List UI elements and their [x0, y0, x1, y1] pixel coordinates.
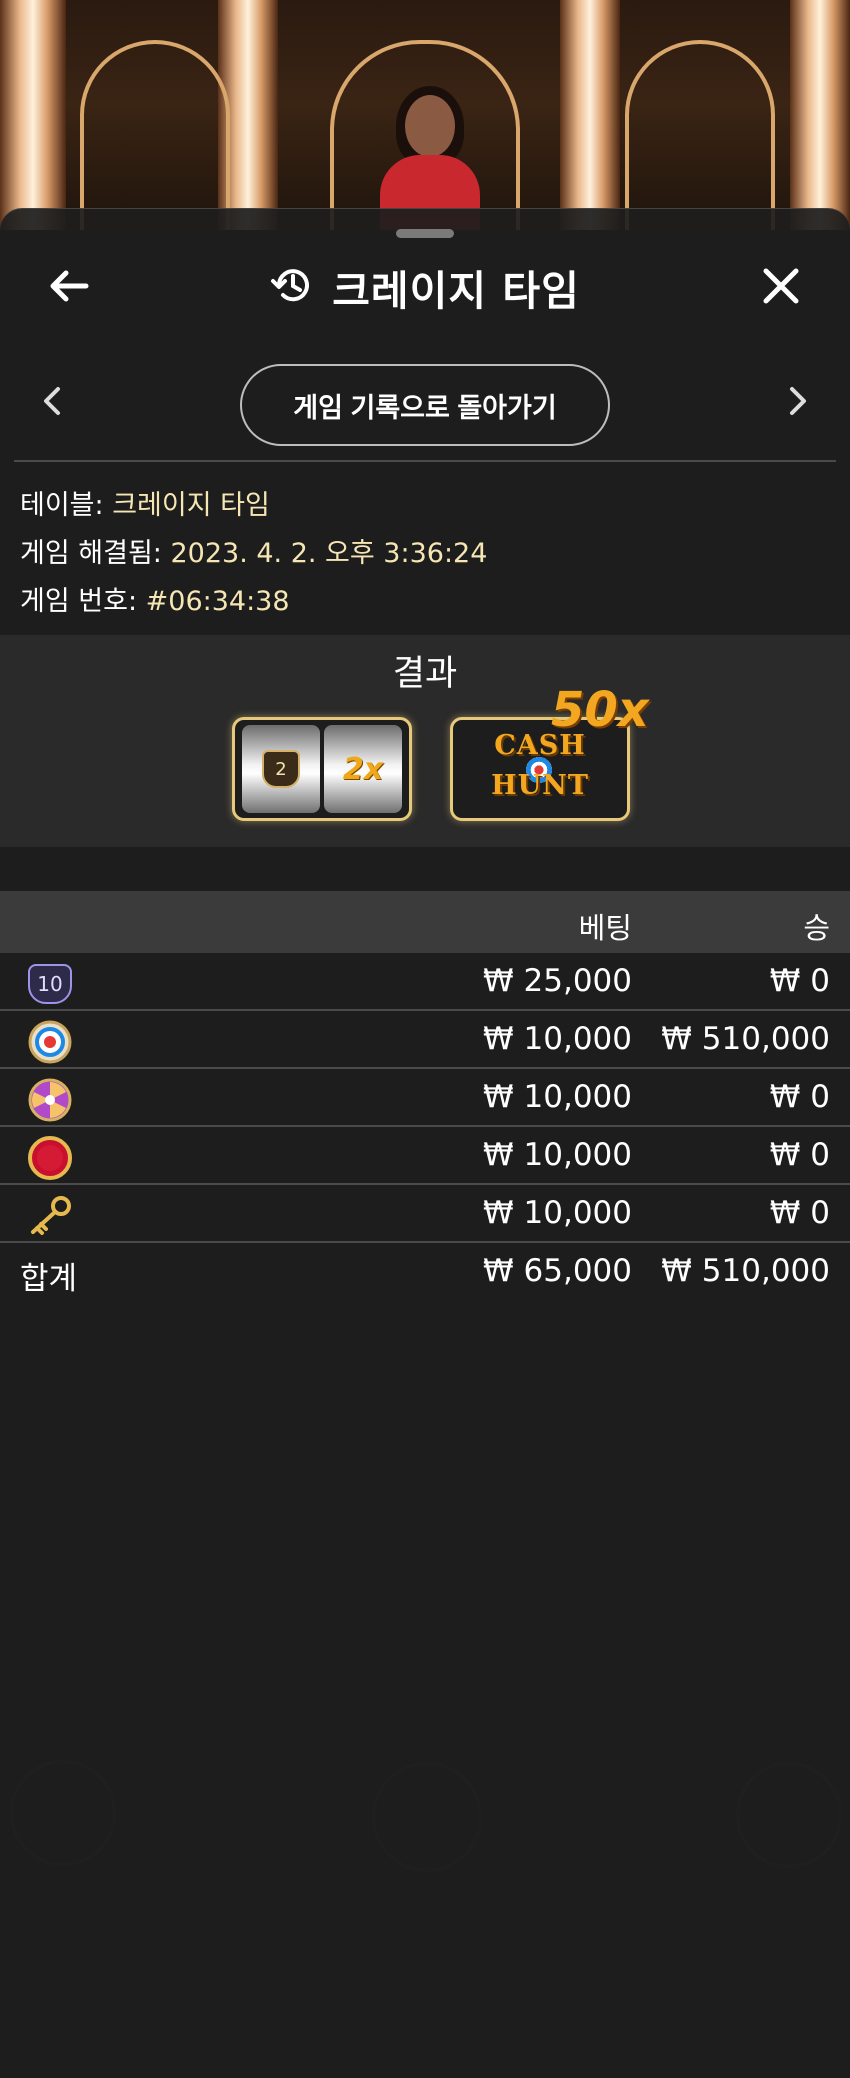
result-title: 결과 [392, 654, 458, 694]
info-table: 테이블: 크레이지 타임 [20, 483, 270, 522]
info-resolved-label: 게임 해결됨: [20, 538, 162, 569]
presenter-face [405, 95, 455, 157]
number-10-icon: 10 [26, 963, 74, 1005]
drag-handle[interactable] [396, 229, 454, 238]
info-game-number-label: 게임 번호: [20, 586, 138, 617]
studio-arch [80, 40, 230, 230]
row-bet: ₩ 25,000 [483, 963, 632, 999]
table-row: ₩ 10,000 ₩ 0 [0, 1187, 850, 1243]
table-row: ₩ 10,000 ₩ 0 [0, 1071, 850, 1127]
top-slot-result: 2 2x [232, 717, 412, 821]
row-win: ₩ 0 [769, 963, 830, 999]
studio-pillar [560, 0, 620, 230]
slot-reel-segment: 2 [242, 725, 320, 813]
chevron-left-icon[interactable] [38, 381, 68, 421]
row-bet: ₩ 10,000 [483, 1021, 632, 1057]
game-history-sheet: 크레이지 타임 게임 기록으로 돌아가기 테이블: 크레이지 타임 게임 해결됨… [0, 208, 850, 2078]
cash-hunt-result: CASH HUNT 50x [450, 682, 649, 821]
col-bet: 베팅 [578, 911, 632, 945]
crazy-time-key-icon [26, 1195, 74, 1237]
row-bet: ₩ 10,000 [483, 1079, 632, 1115]
info-game-number-value: #06:34:38 [145, 586, 290, 617]
studio-pillar [790, 0, 850, 230]
info-resolved-value: 2023. 4. 2. 오후 3:36:24 [170, 538, 488, 569]
row-win: ₩ 0 [769, 1079, 830, 1115]
segment-badge: 2 [262, 750, 300, 788]
row-win: ₩ 0 [769, 1195, 830, 1231]
total-label: 합계 [20, 1261, 78, 1297]
row-bet: ₩ 10,000 [483, 1195, 632, 1231]
info-game-number: 게임 번호: #06:34:38 [20, 579, 290, 618]
row-win: ₩ 510,000 [661, 1021, 830, 1057]
table-row: ₩ 10,000 ₩ 0 [0, 1129, 850, 1185]
total-row: 합계 ₩ 65,000 ₩ 510,000 [0, 1245, 850, 1301]
history-icon [270, 262, 316, 312]
table-row: 10 ₩ 25,000 ₩ 0 [0, 955, 850, 1011]
bets-table-header: 베팅 승 [0, 891, 850, 953]
result-multiplier: 50x [551, 682, 649, 738]
back-to-history-button[interactable]: 게임 기록으로 돌아가기 [240, 364, 610, 446]
studio-arch [625, 40, 775, 230]
cash-hunt-icon [26, 1020, 74, 1064]
page-title: 크레이지 타임 [332, 267, 580, 315]
info-table-label: 테이블: [20, 490, 104, 521]
sheet-header: 크레이지 타임 [0, 259, 850, 315]
table-row: ₩ 10,000 ₩ 510,000 [0, 1013, 850, 1069]
studio-pillar [0, 0, 66, 230]
info-resolved: 게임 해결됨: 2023. 4. 2. 오후 3:36:24 [20, 531, 487, 570]
info-table-value: 크레이지 타임 [112, 490, 270, 521]
coin-flip-icon [26, 1136, 74, 1180]
live-video-background [0, 0, 850, 230]
row-win: ₩ 0 [769, 1137, 830, 1173]
row-bet: ₩ 10,000 [483, 1137, 632, 1173]
slot-multiplier: 2x [342, 751, 384, 787]
result-section: 결과 2 2x CASH HUNT 50x [0, 635, 850, 847]
col-win: 승 [803, 911, 830, 945]
pachinko-icon [26, 1078, 74, 1122]
chevron-right-icon[interactable] [782, 381, 812, 421]
divider [14, 460, 836, 462]
total-win: ₩ 510,000 [661, 1253, 830, 1289]
close-icon[interactable] [756, 261, 806, 311]
number-10-badge: 10 [28, 964, 72, 1004]
slot-reel-multiplier: 2x [324, 725, 402, 813]
total-bet: ₩ 65,000 [483, 1253, 632, 1289]
cash-hunt-word-2: HUNT [491, 770, 589, 801]
